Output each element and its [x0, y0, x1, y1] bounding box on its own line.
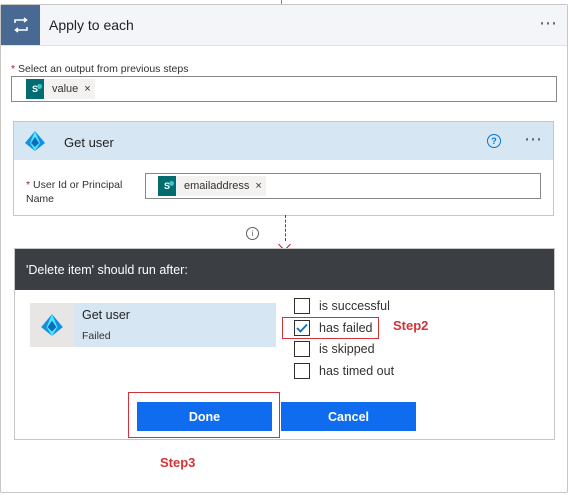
checkbox[interactable]	[294, 298, 310, 314]
value-token-label: value	[52, 83, 79, 95]
loop-icon	[1, 5, 40, 45]
azure-ad-icon	[14, 122, 56, 160]
azure-ad-icon	[30, 303, 74, 347]
remove-token-icon[interactable]: ×	[84, 83, 90, 95]
value-token[interactable]: S value ×	[26, 79, 95, 99]
option-label: is successful	[319, 299, 390, 313]
run-after-title: 'Delete item' should run after:	[26, 263, 188, 277]
more-options-icon[interactable]: ⋯	[539, 14, 558, 32]
apply-to-each-title: Apply to each	[49, 17, 134, 33]
info-icon[interactable]: i	[246, 227, 259, 240]
step3-highlight	[128, 392, 280, 438]
connector-arrow-line	[285, 215, 286, 241]
run-after-panel: 'Delete item' should run after: Get user…	[14, 248, 555, 440]
required-marker: *	[11, 63, 16, 75]
cancel-button[interactable]: Cancel	[281, 402, 416, 431]
checkbox[interactable]	[294, 363, 310, 379]
user-id-label-line1: User Id or Principal	[33, 179, 123, 191]
step3-annotation: Step3	[160, 455, 196, 470]
select-output-label-text: Select an output from previous steps	[18, 63, 189, 75]
option-is-skipped[interactable]: is skipped	[294, 339, 375, 359]
user-id-input[interactable]: S emailaddress ×	[145, 173, 541, 199]
emailaddress-token[interactable]: S emailaddress ×	[158, 176, 266, 196]
run-after-header: 'Delete item' should run after:	[15, 249, 554, 290]
option-label: has timed out	[319, 364, 395, 378]
apply-to-each-card: Apply to each ⋯ * Select an output from …	[0, 4, 568, 493]
user-id-label: * User Id or Principal Name	[26, 178, 122, 206]
select-output-input[interactable]: S value ×	[11, 76, 557, 102]
get-user-title: Get user	[64, 135, 114, 150]
get-user-header[interactable]: Get user ? ⋯	[14, 122, 553, 160]
step2-annotation: Step2	[393, 318, 429, 333]
emailaddress-token-label: emailaddress	[184, 180, 250, 192]
more-options-icon[interactable]: ⋯	[524, 130, 543, 148]
dependency-name: Get user	[82, 308, 130, 322]
user-id-label-line2: Name	[26, 193, 55, 205]
dependency-get-user[interactable]: Get user Failed	[30, 303, 276, 347]
checkbox[interactable]	[294, 341, 310, 357]
dependency-status: Failed	[82, 330, 111, 342]
option-has-timed-out[interactable]: has timed out	[294, 361, 394, 381]
help-icon[interactable]: ?	[487, 134, 501, 148]
sharepoint-icon: S	[26, 79, 44, 99]
required-marker: *	[26, 179, 31, 191]
get-user-action-card: Get user ? ⋯ * User Id or Principal Name…	[13, 121, 554, 216]
remove-token-icon[interactable]: ×	[255, 180, 261, 192]
option-is-successful[interactable]: is successful	[294, 296, 390, 316]
step2-highlight	[282, 317, 379, 339]
option-label: is skipped	[319, 342, 375, 356]
sharepoint-icon: S	[158, 176, 176, 196]
select-output-label: * Select an output from previous steps	[11, 63, 188, 75]
apply-to-each-header[interactable]: Apply to each ⋯	[1, 5, 567, 46]
